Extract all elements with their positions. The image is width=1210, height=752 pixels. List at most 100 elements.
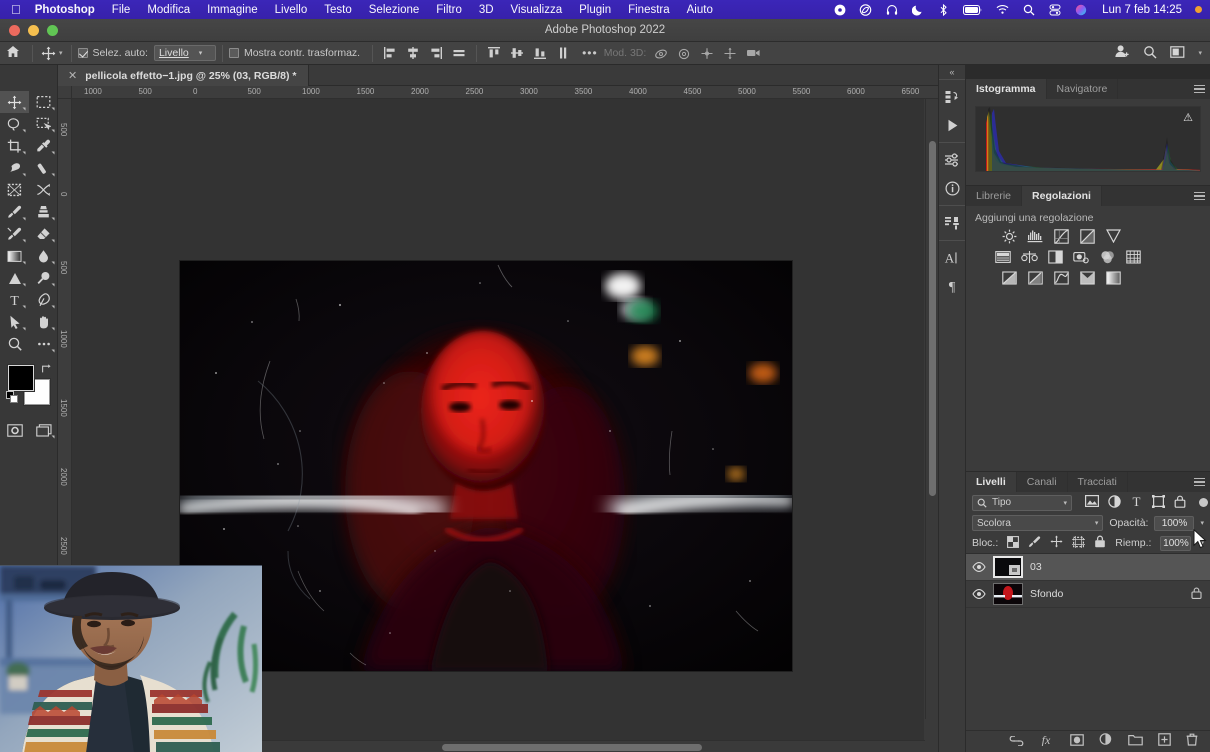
foreground-color-swatch[interactable] [8, 365, 34, 391]
control-center-icon[interactable] [1048, 3, 1061, 16]
battery-icon[interactable] [963, 3, 983, 16]
chevron-down-icon[interactable]: ▾ [1198, 49, 1202, 57]
menu-item-testo[interactable]: Testo [324, 4, 352, 16]
panel-menu-icon[interactable] [1194, 85, 1205, 94]
menu-item-plugin[interactable]: Plugin [579, 4, 611, 16]
frame-tool[interactable] [0, 179, 29, 201]
auto-select-dropdown[interactable]: Livello ▾ [153, 45, 216, 61]
filter-type-icon[interactable]: T [1130, 494, 1143, 511]
lock-image-pixels-icon[interactable] [1028, 535, 1041, 551]
menu-item-photoshop[interactable]: Photoshop [35, 4, 95, 16]
rectangular-marquee-tool[interactable] [29, 91, 58, 114]
tab-canali[interactable]: Canali [1017, 472, 1068, 492]
properties-sliders-icon[interactable] [939, 146, 965, 174]
align-center-horizontal-icon[interactable] [406, 46, 420, 60]
patch-tool[interactable] [29, 157, 58, 180]
histogram-graph[interactable]: ⚠ [975, 106, 1201, 172]
opacity-chevron-down-icon[interactable]: ▾ [1200, 519, 1204, 527]
document-tab[interactable]: ✕ pellicola effetto−1.jpg @ 25% (03, RGB… [58, 65, 310, 86]
posterize-icon[interactable] [1026, 270, 1044, 286]
libraries-icon[interactable] [939, 209, 965, 237]
color-lookup-icon[interactable] [1124, 249, 1142, 265]
zoom-tool[interactable] [0, 333, 29, 355]
vertical-scrollbar[interactable] [925, 99, 938, 719]
table-row[interactable]: 03 [966, 554, 1210, 581]
fill-input[interactable]: 100% [1160, 535, 1192, 551]
table-row[interactable]: Sfondo [966, 581, 1210, 608]
selective-color-icon[interactable] [1078, 270, 1096, 286]
hand-tool[interactable] [29, 311, 58, 334]
levels-icon[interactable] [1026, 228, 1044, 244]
align-left-icon[interactable] [383, 46, 397, 60]
horizontal-scrollbar-thumb[interactable] [442, 744, 702, 751]
pan-3d-icon[interactable] [700, 47, 714, 60]
brush-tool[interactable] [0, 201, 29, 224]
quick-mask-icon[interactable] [0, 419, 29, 441]
filter-enable-toggle[interactable] [1199, 498, 1208, 507]
history-brush-tool[interactable] [0, 223, 29, 246]
opacity-input[interactable]: 100% [1154, 515, 1195, 531]
object-selection-tool[interactable] [29, 113, 58, 136]
link-layers-icon[interactable] [1009, 733, 1024, 751]
menu-item-selezione[interactable]: Selezione [369, 4, 420, 16]
close-icon[interactable]: ✕ [68, 69, 77, 82]
dodge-tool[interactable] [0, 267, 29, 290]
image-canvas[interactable] [180, 261, 792, 671]
record-icon[interactable] [833, 3, 846, 16]
distribute-vertical-icon[interactable] [556, 46, 570, 60]
lock-artboard-nesting-icon[interactable] [1072, 535, 1086, 551]
moon-icon[interactable] [911, 3, 924, 16]
share-user-icon[interactable] [1114, 44, 1130, 62]
lasso-tool[interactable] [0, 113, 29, 136]
photo-filter-icon[interactable] [1072, 249, 1090, 265]
cached-data-warning-icon[interactable]: ⚠ [1183, 111, 1193, 124]
character-icon[interactable]: A [939, 244, 965, 272]
close-window-button[interactable] [9, 24, 20, 36]
show-transform-controls-checkbox[interactable] [228, 48, 239, 58]
gradient-tool[interactable] [0, 245, 29, 268]
brightness-contrast-icon[interactable] [1000, 228, 1018, 244]
tab-livelli[interactable]: Livelli [966, 472, 1017, 492]
maximize-window-button[interactable] [47, 24, 58, 36]
menu-item-aiuto[interactable]: Aiuto [687, 4, 713, 16]
menu-bar-clock[interactable]: Lun 7 feb 14:25 [1102, 4, 1182, 16]
lock-position-icon[interactable] [1050, 535, 1063, 551]
info-icon[interactable] [939, 174, 965, 202]
lock-all-icon[interactable] [1094, 535, 1106, 551]
rotate-3d-icon[interactable] [654, 47, 668, 60]
layer-thumbnail[interactable] [993, 583, 1023, 605]
align-bottom-icon[interactable] [533, 46, 547, 60]
wifi-icon[interactable] [996, 3, 1009, 16]
collapse-panels-icon[interactable]: « [939, 65, 965, 79]
more-options-button[interactable]: ••• [582, 46, 598, 60]
threshold-icon[interactable] [1052, 270, 1070, 286]
search-icon[interactable] [1022, 3, 1035, 16]
default-colors-icon[interactable] [6, 390, 18, 408]
exposure-icon[interactable] [1078, 228, 1096, 244]
search-icon[interactable] [1143, 45, 1157, 62]
siri-icon[interactable] [1074, 3, 1087, 16]
eye-icon[interactable] [972, 562, 986, 572]
filter-pixel-icon[interactable] [1085, 495, 1100, 510]
minimize-window-button[interactable] [28, 24, 39, 36]
auto-select-checkbox[interactable] [77, 48, 88, 58]
history-states-icon[interactable] [939, 83, 965, 111]
vertical-scrollbar-thumb[interactable] [929, 141, 936, 496]
home-icon[interactable] [0, 45, 26, 61]
distribute-horizontal-icon[interactable] [452, 46, 466, 60]
new-group-icon[interactable] [1128, 733, 1143, 751]
burn-tool[interactable] [29, 267, 58, 290]
workspace-icon[interactable] [1170, 45, 1185, 62]
menu-item-file[interactable]: File [112, 4, 131, 16]
align-middle-vertical-icon[interactable] [510, 46, 524, 60]
crop-tool[interactable] [0, 135, 29, 158]
color-balance-icon[interactable] [1020, 249, 1038, 265]
layer-thumbnail[interactable] [993, 556, 1023, 578]
webcam-overlay[interactable] [0, 565, 262, 752]
channel-mixer-icon[interactable] [1098, 249, 1116, 265]
hue-saturation-icon[interactable] [994, 249, 1012, 265]
screen-mode-icon[interactable] [29, 419, 58, 442]
panel-menu-icon[interactable] [1194, 192, 1205, 201]
menu-item-immagine[interactable]: Immagine [207, 4, 258, 16]
tab-navigatore[interactable]: Navigatore [1047, 79, 1119, 99]
